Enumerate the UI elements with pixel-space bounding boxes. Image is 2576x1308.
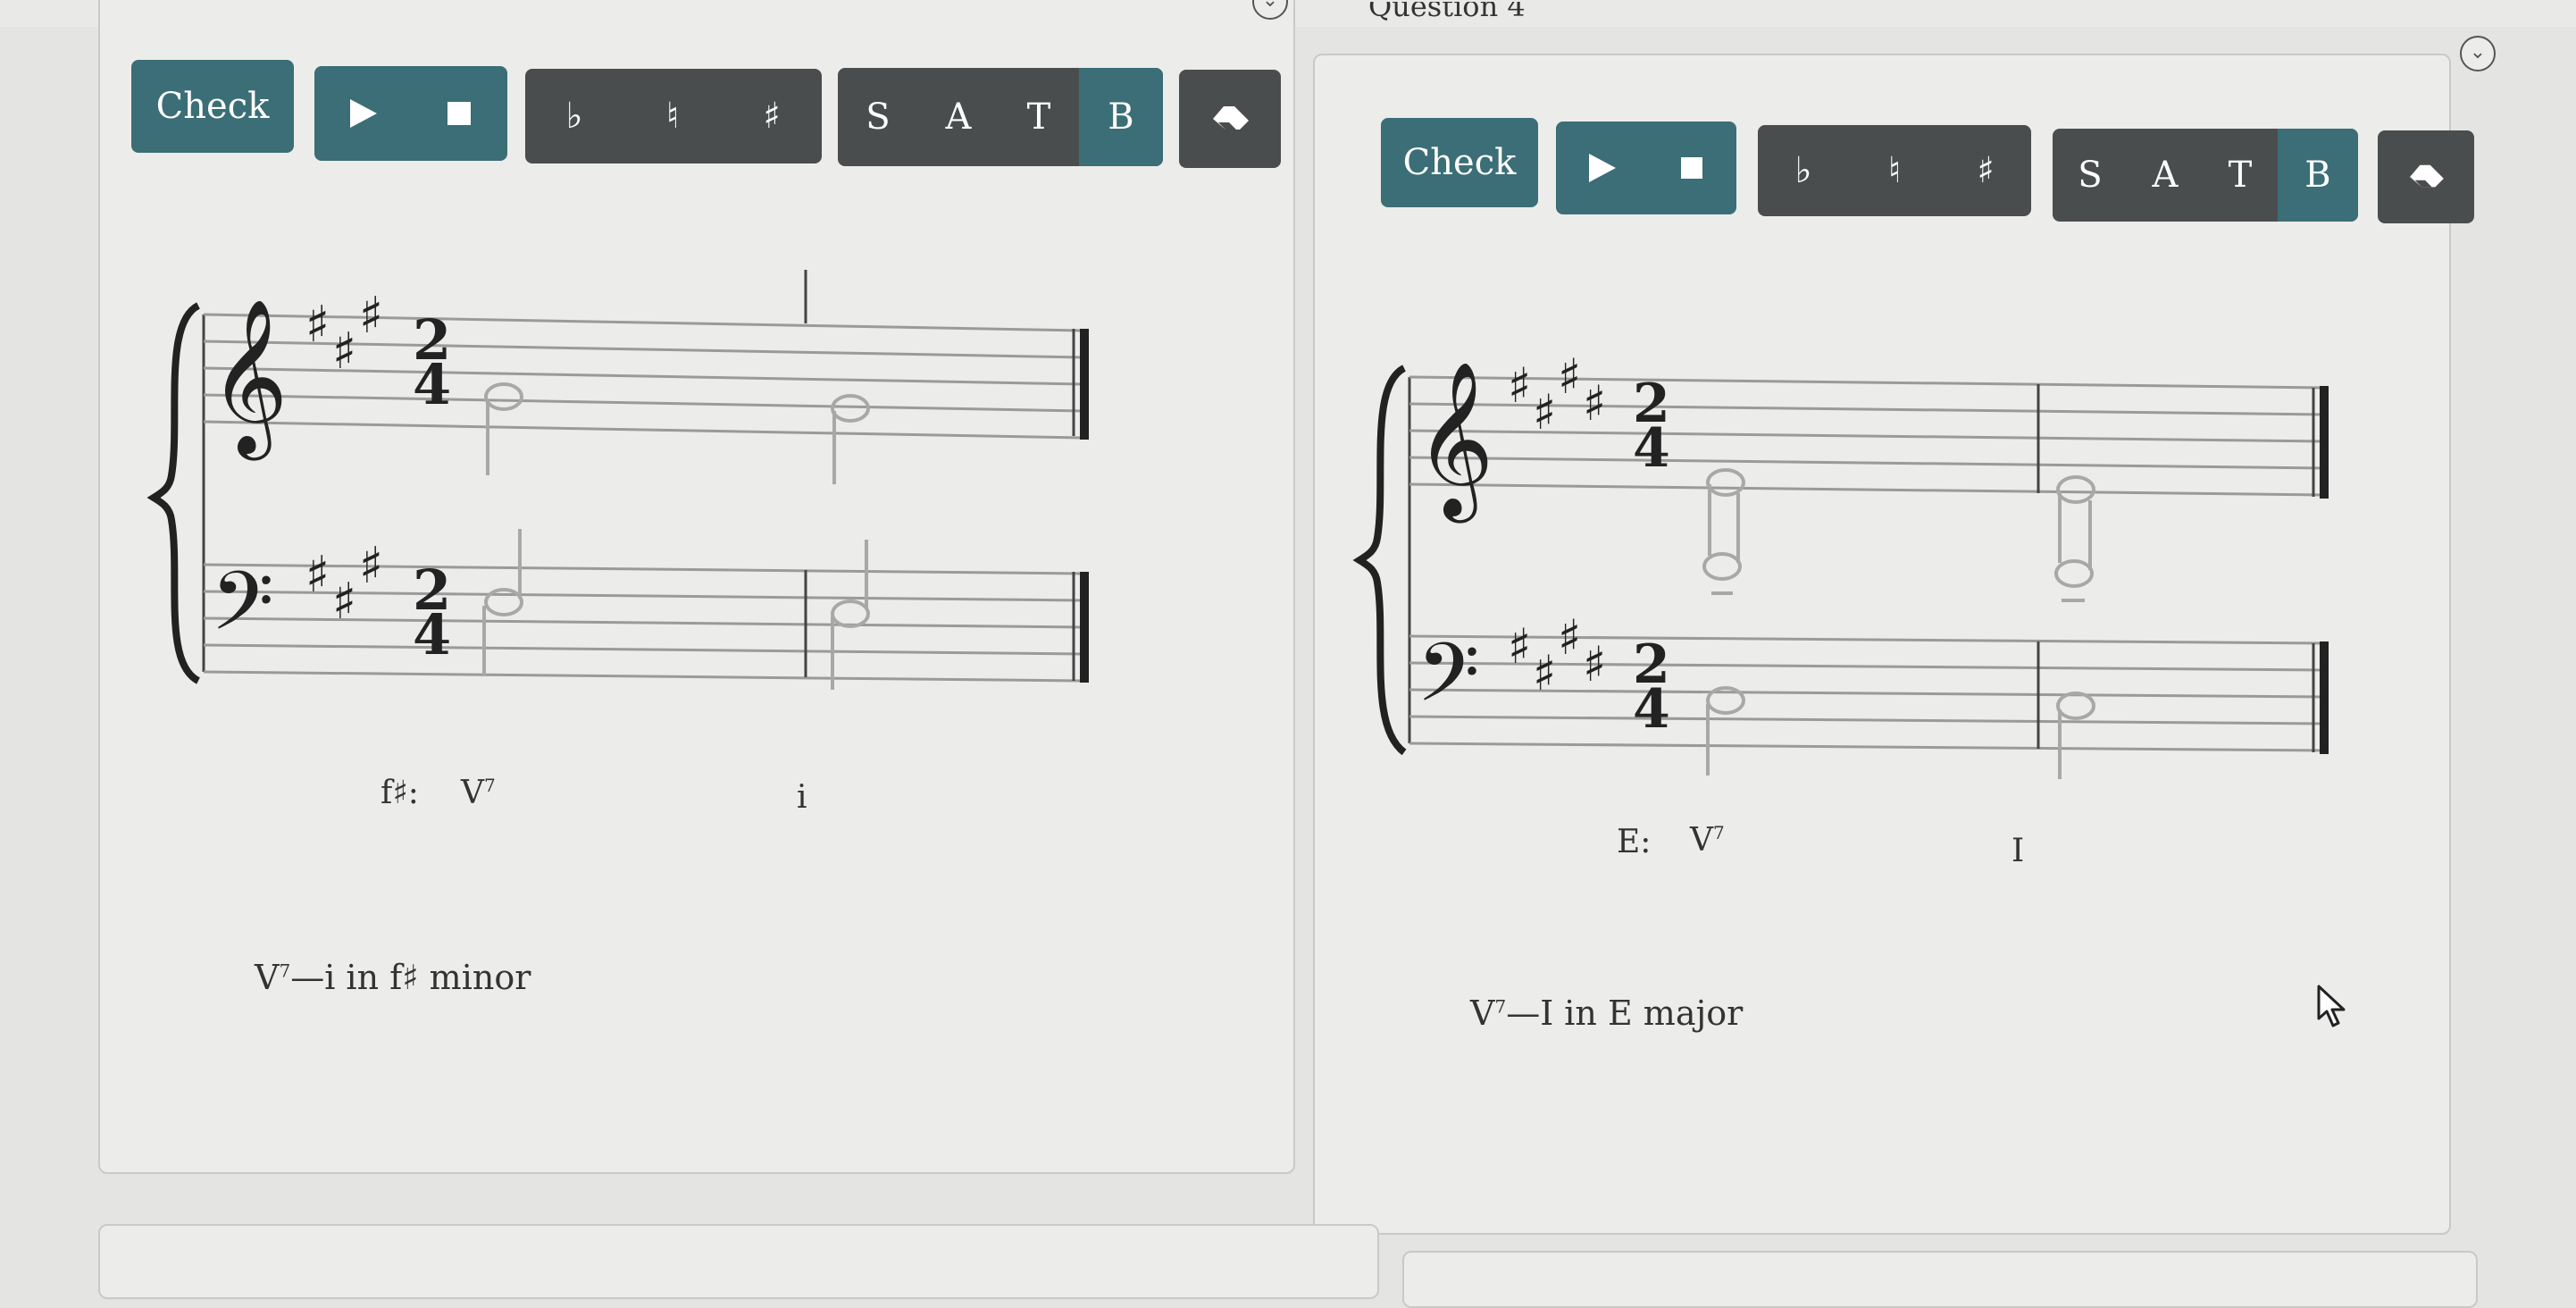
accidentals-group: ♭ ♮ ♯ xyxy=(1758,125,2031,216)
roman-numeral-1: V7 xyxy=(1690,822,1725,859)
svg-text:♯: ♯ xyxy=(1583,636,1606,692)
question-panel-right: Question 4 ⌄ Check ♭ ♮ ♯ S A T B 𝄞 𝄢 ♯ ♯… xyxy=(1313,2,2496,1235)
time-sig-bottom-bass: 4 xyxy=(413,602,451,667)
roman-numeral-1-figure: 7 xyxy=(484,775,496,796)
accidentals-group: ♭ ♮ ♯ xyxy=(525,69,822,164)
question-caption: V7—i in f♯ minor xyxy=(255,958,531,997)
roman-numeral-2: I xyxy=(2011,833,2025,869)
stop-button[interactable] xyxy=(411,66,507,161)
caption-numeral: V xyxy=(255,958,280,997)
caption-text: —i in f♯ minor xyxy=(290,958,531,997)
playback-group xyxy=(1556,122,1736,214)
roman-numeral-2: i xyxy=(797,779,807,816)
treble-clef: 𝄞 xyxy=(1415,361,1494,524)
svg-text:♯: ♯ xyxy=(305,546,330,604)
voice-alto-button[interactable]: A xyxy=(2128,129,2203,222)
svg-text:♯: ♯ xyxy=(1508,618,1531,675)
score-left: 𝄞 𝄢 ♯ ♯ ♯ ♯ ♯ ♯ 2 4 2 4 xyxy=(146,270,1089,690)
svg-text:♯: ♯ xyxy=(1533,645,1556,701)
svg-text:♯: ♯ xyxy=(1558,609,1581,666)
roman-numeral-1-figure: 7 xyxy=(1713,822,1725,843)
eraser-icon xyxy=(2410,164,2444,188)
treble-clef: 𝄞 xyxy=(209,298,289,461)
brace xyxy=(1352,365,1407,756)
voice-tenor-button[interactable]: T xyxy=(2203,129,2278,222)
key-label: f♯: xyxy=(381,775,419,811)
voice-alto-button[interactable]: A xyxy=(918,68,999,166)
voice-group: S A T B xyxy=(2053,129,2358,222)
next-question-card-left xyxy=(98,1224,1379,1299)
time-sig-bottom-bass: 4 xyxy=(1633,678,1670,741)
collapse-icon[interactable]: ⌄ xyxy=(1252,0,1288,20)
svg-text:♯: ♯ xyxy=(1583,375,1606,432)
stop-button[interactable] xyxy=(1646,122,1736,214)
playback-group xyxy=(314,66,507,161)
erase-button[interactable] xyxy=(1179,70,1281,168)
question-title: Question 4 xyxy=(1368,2,1526,21)
voice-soprano-button[interactable]: S xyxy=(838,68,918,166)
voice-group: S A T B xyxy=(838,68,1163,166)
sharp-button[interactable]: ♯ xyxy=(1940,125,2031,216)
question-panel-left: ⌄ Check ♭ ♮ ♯ S A T B 𝄞 𝄢 ♯ ♯ ♯ ♯ ♯ ♯ 2 … xyxy=(98,0,1295,1174)
caption-numeral: V xyxy=(1470,994,1495,1033)
key-signature-treble: ♯ ♯ ♯ xyxy=(305,287,383,381)
score-right: 𝄞 𝄢 ♯ ♯ ♯ ♯ ♯ ♯ ♯ ♯ 2 4 2 4 xyxy=(1352,348,2329,779)
key-signature-treble: ♯ ♯ ♯ ♯ xyxy=(1508,348,1606,440)
svg-text:♯: ♯ xyxy=(359,287,383,345)
stop-icon xyxy=(447,102,471,125)
caption-text: —I in E major xyxy=(1506,994,1744,1033)
voice-bass-button[interactable]: B xyxy=(2278,129,2358,222)
brace xyxy=(146,302,201,684)
roman-numeral-1-base: V xyxy=(461,775,484,811)
play-icon xyxy=(1588,154,1616,182)
question-caption: V7—I in E major xyxy=(1470,994,1743,1033)
key-signature-bass: ♯ ♯ ♯ ♯ xyxy=(1508,609,1606,701)
voice-tenor-button[interactable]: T xyxy=(999,68,1079,166)
stop-icon xyxy=(1680,157,1702,179)
check-button[interactable]: Check xyxy=(131,60,294,153)
eraser-icon xyxy=(1213,106,1249,130)
caption-figure: 7 xyxy=(279,960,291,982)
play-icon xyxy=(350,99,377,128)
time-sig-bottom-treble: 4 xyxy=(1633,417,1670,480)
roman-numeral-1-base: V xyxy=(1690,822,1713,859)
collapse-icon[interactable]: ⌄ xyxy=(2460,36,2496,71)
sharp-button[interactable]: ♯ xyxy=(722,69,822,164)
bass-clef: 𝄢 xyxy=(1417,625,1480,740)
roman-numeral-1: V7 xyxy=(461,775,496,811)
bass-clef: 𝄢 xyxy=(211,554,274,668)
check-button[interactable]: Check xyxy=(1381,118,1538,207)
key-label: E: xyxy=(1617,824,1652,860)
svg-text:♯: ♯ xyxy=(332,573,356,631)
time-sig-bottom-treble: 4 xyxy=(413,352,451,417)
erase-button[interactable] xyxy=(2378,130,2474,223)
flat-button[interactable]: ♭ xyxy=(1758,125,1849,216)
svg-text:♯: ♯ xyxy=(1533,384,1556,440)
svg-text:♯: ♯ xyxy=(1508,357,1531,414)
voice-soprano-button[interactable]: S xyxy=(2053,129,2128,222)
flat-button[interactable]: ♭ xyxy=(525,69,623,164)
svg-text:♯: ♯ xyxy=(359,537,383,595)
natural-button[interactable]: ♮ xyxy=(623,69,722,164)
mouse-cursor-icon xyxy=(2317,985,2346,1027)
play-button[interactable] xyxy=(314,66,411,161)
svg-text:♯: ♯ xyxy=(332,323,356,381)
placeholder-notes xyxy=(1702,468,2095,779)
svg-text:♯: ♯ xyxy=(1558,348,1581,405)
play-button[interactable] xyxy=(1556,122,1646,214)
svg-text:♯: ♯ xyxy=(305,296,330,354)
key-signature-bass: ♯ ♯ ♯ xyxy=(305,537,383,631)
caption-figure: 7 xyxy=(1494,995,1507,1018)
natural-button[interactable]: ♮ xyxy=(1849,125,1940,216)
next-question-card-right xyxy=(1402,1251,2478,1308)
voice-bass-button[interactable]: B xyxy=(1079,68,1163,166)
